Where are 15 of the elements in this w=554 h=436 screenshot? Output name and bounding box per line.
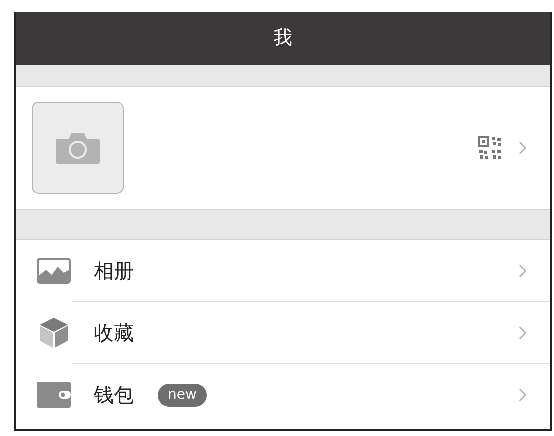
wallet-icon [37, 382, 71, 408]
new-badge: new [158, 384, 207, 406]
image-icon [37, 258, 71, 284]
menu-label: 收藏 [94, 320, 134, 346]
cube-icon [39, 317, 69, 349]
qr-code-icon [478, 136, 502, 160]
menu-label: 钱包 [94, 382, 134, 409]
camera-icon [55, 131, 101, 165]
profile-row[interactable] [16, 87, 550, 210]
menu-item[interactable]: 收藏 [16, 302, 550, 364]
avatar-placeholder[interactable] [32, 102, 124, 194]
page-title: 我 [274, 26, 292, 52]
menu-item[interactable]: 钱包 new [16, 364, 550, 426]
menu-label: 相册 [94, 258, 134, 284]
menu-item[interactable]: 相册 [16, 240, 550, 302]
